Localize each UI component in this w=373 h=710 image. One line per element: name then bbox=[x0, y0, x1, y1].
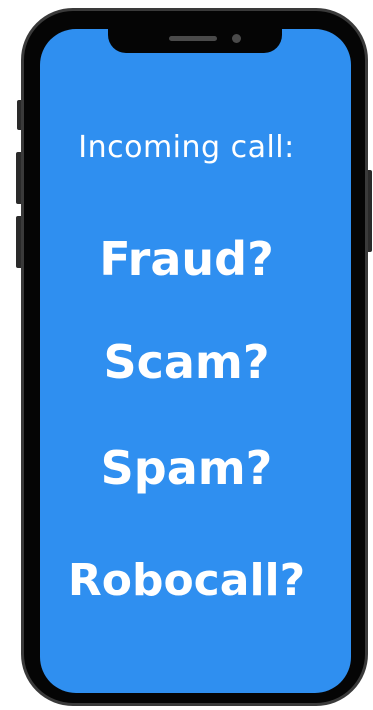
earpiece-speaker-icon bbox=[169, 36, 217, 41]
question-spam: Spam? bbox=[100, 441, 273, 495]
incoming-call-label: Incoming call: bbox=[78, 130, 295, 165]
question-fraud: Fraud? bbox=[99, 232, 274, 286]
phone-illustration: Incoming call: Fraud? Scam? Spam? Roboca… bbox=[0, 0, 373, 710]
question-robocall: Robocall? bbox=[67, 555, 306, 606]
front-camera-icon bbox=[232, 34, 241, 43]
question-scam: Scam? bbox=[103, 335, 270, 389]
